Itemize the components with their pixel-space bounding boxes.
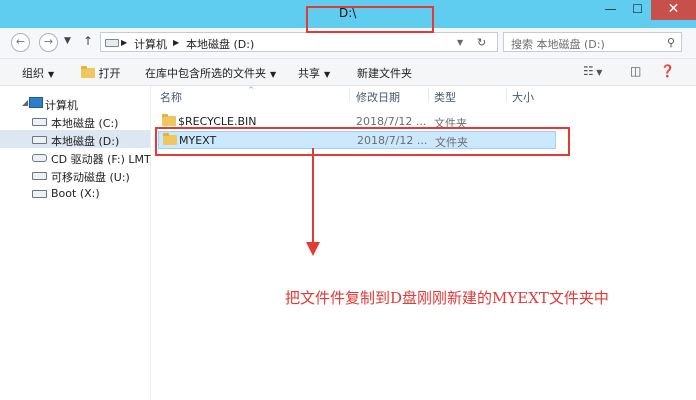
arrow-left-icon: ← [15, 35, 26, 48]
new-folder-button[interactable]: 新建文件夹 [357, 65, 412, 81]
recent-locations-button[interactable]: ▼ [64, 36, 71, 46]
sidebar-item-label: 可移动磁盘 (U:) [51, 171, 130, 184]
drive-icon [32, 136, 47, 144]
sort-ascending-icon: ^ [248, 86, 254, 94]
drive-icon [105, 39, 119, 47]
sidebar-item-label: 计算机 [45, 99, 78, 112]
sidebar-item-label: Boot (X:) [51, 187, 100, 200]
cd-drive-icon [32, 154, 47, 162]
help-button[interactable]: ❓ [660, 64, 675, 78]
window-controls: — ☐ ✕ [597, 0, 696, 20]
navigation-pane: ◢ 计算机 本地磁盘 (C:) 本地磁盘 (D:) CD 驱动器 (F:) LM… [0, 86, 151, 400]
arrow-right-icon: → [43, 35, 54, 48]
arrow-down-icon [306, 242, 320, 256]
chevron-down-icon: ▼ [48, 70, 55, 79]
organize-label: 组织 [22, 67, 44, 80]
column-header-date[interactable]: 修改日期 [356, 89, 400, 105]
computer-icon [29, 97, 43, 108]
drive-icon [32, 190, 47, 198]
maximize-button[interactable]: ☐ [624, 0, 651, 20]
sidebar-item-label: CD 驱动器 (F:) LMT [51, 153, 151, 166]
close-button[interactable]: ✕ [651, 0, 696, 20]
preview-pane-button[interactable]: ◫ [630, 64, 641, 78]
sidebar-item-computer[interactable]: ◢ 计算机 [0, 94, 150, 112]
breadcrumb-separator-icon[interactable]: ▶ [121, 38, 127, 47]
forward-button[interactable]: → [39, 33, 58, 52]
sidebar-item-drive-d[interactable]: 本地磁盘 (D:) [0, 130, 150, 148]
column-divider[interactable] [349, 88, 350, 102]
address-bar[interactable]: ▶ 计算机 ▶ 本地磁盘 (D:) ▼ ↻ [100, 32, 498, 52]
refresh-icon[interactable]: ↻ [477, 36, 486, 49]
sidebar-item-cd-drive[interactable]: CD 驱动器 (F:) LMT [0, 148, 151, 166]
arrow-up-icon: ↑ [83, 34, 94, 48]
column-header-name[interactable]: 名称 [160, 89, 182, 105]
sidebar-item-removable-drive[interactable]: 可移动磁盘 (U:) [0, 166, 150, 184]
sidebar-item-label: 本地磁盘 (C:) [51, 117, 119, 130]
column-header-size[interactable]: 大小 [512, 89, 534, 105]
help-icon: ❓ [660, 64, 675, 78]
command-bar: 组织 ▼ 打开 在库中包含所选的文件夹 ▼ 共享 ▼ 新建文件夹 ☷ ▼ ◫ ❓ [0, 59, 696, 86]
up-button[interactable]: ↑ [83, 34, 93, 48]
chevron-down-icon: ▼ [64, 36, 71, 46]
breadcrumb-separator-icon[interactable]: ▶ [173, 38, 179, 47]
share-button[interactable]: 共享 ▼ [298, 65, 330, 81]
sidebar-item-label: 本地磁盘 (D:) [51, 135, 120, 148]
back-button[interactable]: ← [11, 33, 30, 52]
annotation-text: 把文件件复制到D盘刚刚新建的MYEXT文件夹中 [285, 289, 609, 307]
view-list-icon: ☷ [583, 64, 594, 78]
search-placeholder: 搜索 本地磁盘 (D:) [511, 38, 605, 51]
breadcrumb-drive-d[interactable]: 本地磁盘 (D:) [186, 36, 254, 52]
include-in-library-button[interactable]: 在库中包含所选的文件夹 ▼ [145, 65, 276, 81]
chevron-down-icon: ▼ [324, 70, 331, 79]
column-divider[interactable] [428, 88, 429, 102]
preview-pane-icon: ◫ [630, 64, 642, 78]
open-button[interactable]: 打开 [81, 65, 121, 81]
folder-icon [162, 114, 176, 126]
expand-icon[interactable]: ◢ [22, 98, 28, 107]
organize-button[interactable]: 组织 ▼ [22, 65, 54, 81]
column-divider[interactable] [506, 88, 507, 102]
minimize-button[interactable]: — [597, 0, 624, 20]
sidebar-item-boot[interactable]: Boot (X:) [0, 184, 150, 202]
change-view-button[interactable]: ☷ ▼ [583, 64, 602, 78]
removable-drive-icon [32, 172, 47, 180]
annotation-arrow-shaft [312, 148, 314, 248]
include-in-library-label: 在库中包含所选的文件夹 [145, 67, 266, 80]
share-label: 共享 [298, 67, 320, 80]
drive-icon [32, 118, 47, 126]
row-highlight-box [155, 127, 570, 156]
title-highlight-box [306, 6, 434, 33]
open-folder-icon [81, 66, 95, 78]
chevron-down-icon: ▼ [593, 68, 603, 77]
breadcrumb-computer[interactable]: 计算机 [134, 36, 167, 52]
address-dropdown-icon[interactable]: ▼ [457, 38, 463, 47]
chevron-down-icon: ▼ [270, 70, 277, 79]
open-label: 打开 [98, 67, 121, 80]
sidebar-item-drive-c[interactable]: 本地磁盘 (C:) [0, 112, 150, 130]
column-header-type[interactable]: 类型 [434, 89, 456, 105]
search-icon[interactable]: ⚲ [667, 36, 675, 49]
search-box[interactable]: 搜索 本地磁盘 (D:) ⚲ [503, 32, 682, 52]
